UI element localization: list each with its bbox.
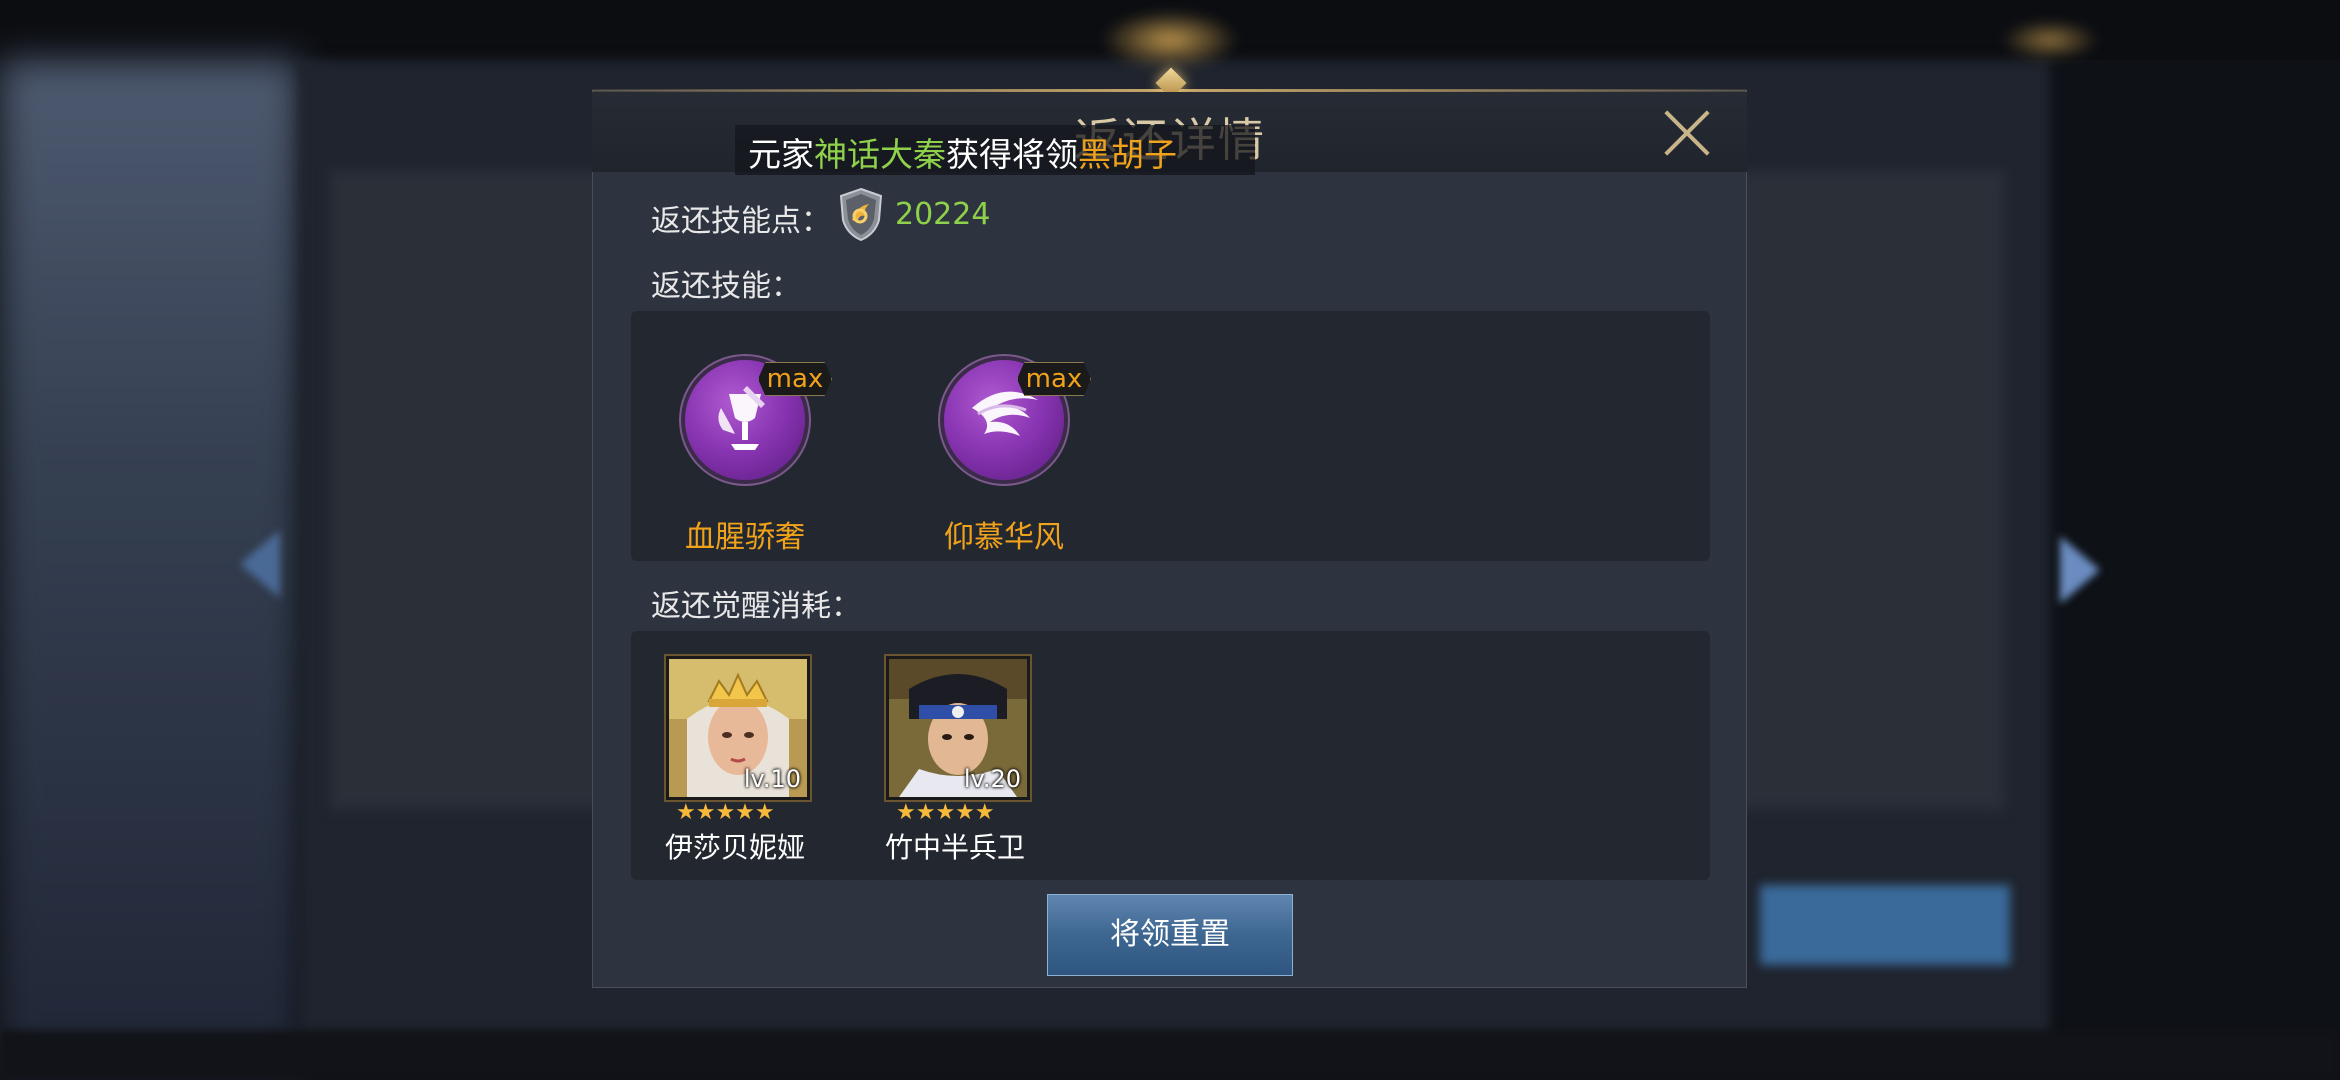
skill-item[interactable]: max 血腥骄奢 xyxy=(655,312,835,555)
hero-portrait-avatar: lv.20 xyxy=(886,656,1030,800)
broadcast-middle: 获得将领 xyxy=(946,135,1078,174)
general-reset-button[interactable]: 将领重置 xyxy=(1047,894,1293,976)
max-badge: max xyxy=(1017,362,1091,396)
close-icon[interactable] xyxy=(1662,108,1712,158)
hero-level: lv.10 xyxy=(743,765,801,793)
background-left-card xyxy=(330,170,630,810)
background-ornament xyxy=(1100,10,1240,70)
skill-point-shield-icon xyxy=(835,186,887,242)
returned-points-label: 返还技能点： xyxy=(651,204,831,239)
hero-level: lv.20 xyxy=(963,765,1021,793)
background-bottom-bar xyxy=(0,1030,2340,1080)
hero-name: 竹中半兵卫 xyxy=(884,831,1025,864)
background-right-card xyxy=(1735,170,2005,810)
broadcast-general-name: 黑胡子 xyxy=(1078,135,1177,174)
returned-skills-label: 返还技能： xyxy=(651,269,801,304)
hero-stars: ★★★★★ xyxy=(896,800,995,825)
hero-stars: ★★★★★ xyxy=(676,800,775,825)
skill-name: 血腥骄奢 xyxy=(685,520,805,555)
returned-points-value: 20224 xyxy=(895,197,991,232)
hero-portrait-avatar: lv.10 xyxy=(666,656,810,800)
hero-name: 伊莎贝妮娅 xyxy=(664,831,805,864)
skill-item[interactable]: max 仰慕华风 xyxy=(914,312,1094,555)
returned-awakening-label: 返还觉醒消耗： xyxy=(651,589,861,624)
background-button xyxy=(1760,885,2010,965)
background-next-arrow-icon xyxy=(2060,536,2100,604)
broadcast-player-name: 神话大秦 xyxy=(814,135,946,174)
hero-card[interactable]: lv.10 ★★★★★ 伊莎贝妮娅 xyxy=(660,656,810,864)
broadcast-text: 元家神话大秦获得将领黑胡子 xyxy=(748,128,1177,176)
background-prev-arrow-icon xyxy=(240,530,280,598)
broadcast-prefix: 元家 xyxy=(748,135,814,174)
max-badge: max xyxy=(758,362,832,396)
background-ornament xyxy=(2000,20,2100,60)
skill-name: 仰慕华风 xyxy=(944,520,1064,555)
hero-card[interactable]: lv.20 ★★★★★ 竹中半兵卫 xyxy=(880,656,1030,864)
